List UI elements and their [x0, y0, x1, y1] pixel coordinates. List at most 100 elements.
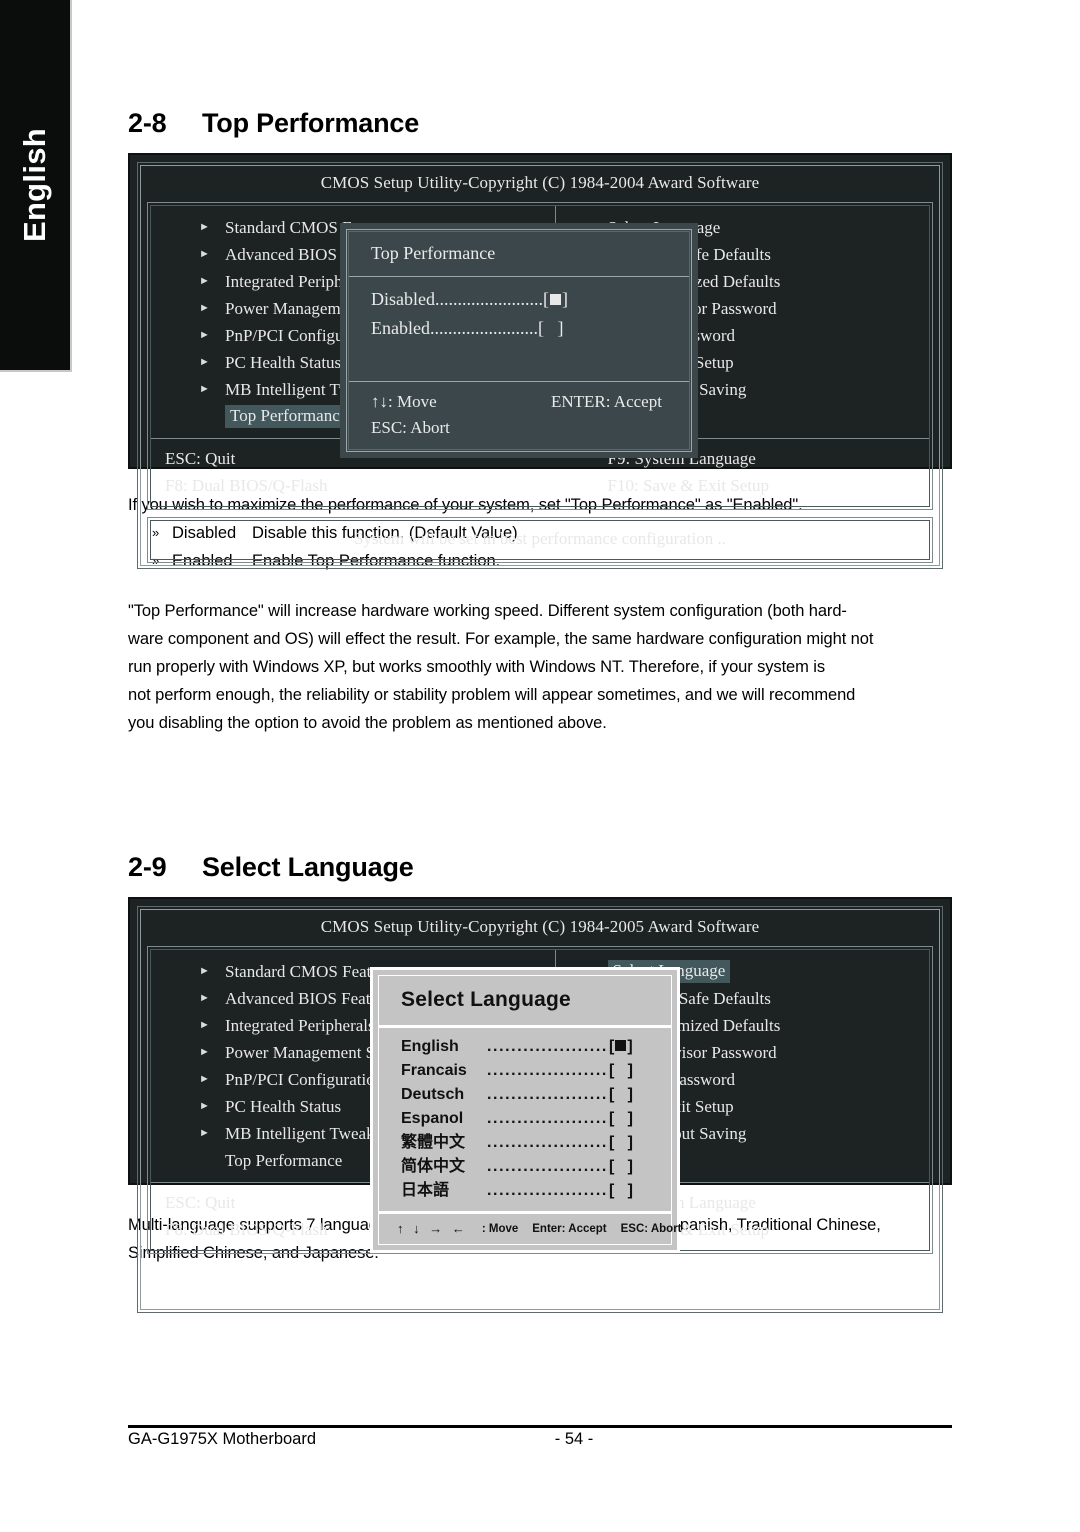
dialog1-key-move: ↑↓: Move	[371, 391, 437, 411]
language-label: 繁體中文	[401, 1134, 466, 1151]
p28-body-line-4: not perform enough, the reliability or s…	[128, 686, 856, 704]
language-checkbox: [ ]	[609, 1062, 633, 1079]
option-dots: ........................	[429, 318, 538, 338]
footer-divider	[128, 1425, 952, 1428]
section-2-9-number: 2-9	[128, 852, 167, 882]
language-dots: .....................	[487, 1182, 609, 1199]
triangle-icon: ►	[199, 1046, 210, 1058]
triangle-icon: ►	[199, 329, 210, 341]
footer-motherboard-name: GA-G1975X Motherboard	[128, 1430, 317, 1448]
language-label: Francais	[401, 1062, 467, 1079]
menu-label: PnP/PCI Configurations	[225, 1069, 390, 1089]
p28-body-line-2: ware component and OS) will effect the r…	[128, 630, 874, 648]
language-label: 日本語	[401, 1182, 450, 1199]
option-dots: ........................	[434, 289, 543, 309]
language-option-simplified-chinese[interactable]: 简体中文 ..................... [ ]	[401, 1155, 671, 1179]
dialog1-options: Disabled........................[] Enabl…	[349, 277, 689, 381]
triangle-icon: ►	[199, 221, 210, 233]
bios1-status-text: System will be set in best performance c…	[150, 520, 930, 560]
triangle-icon: ►	[199, 965, 210, 977]
p28-body-line-5: you disabling the option to avoid the pr…	[128, 714, 607, 732]
dialog1-border-outer: Top Performance Disabled................…	[346, 229, 692, 452]
section-2-8-number: 2-8	[128, 108, 167, 138]
dialog1-option-enabled[interactable]: Enabled........................[ ]	[371, 314, 689, 343]
language-checkbox: [ ]	[609, 1086, 633, 1103]
section-2-8-title: Top Performance	[202, 108, 420, 138]
menu-label: PC Health Status	[225, 352, 342, 372]
selected-square-icon	[549, 294, 561, 306]
language-option-traditional-chinese[interactable]: 繁體中文 ..................... [ ]	[401, 1131, 671, 1155]
dialog1-footer-row-1: ↑↓: Move ENTER: Accept	[371, 388, 689, 415]
menu-label: Top Performance	[225, 405, 353, 428]
triangle-icon: ►	[199, 1019, 210, 1031]
dialog1-key-accept: ENTER: Accept	[551, 391, 662, 411]
language-checkbox: []	[609, 1038, 633, 1055]
dialog2-footer: ↑ ↓ → ← : Move Enter: Accept ESC: Abort	[379, 1211, 682, 1244]
triangle-icon: ►	[199, 248, 210, 260]
language-option-espanol[interactable]: Espanol ..................... [ ]	[401, 1107, 671, 1131]
dialog2-header: Select Language	[379, 976, 671, 1028]
language-label: Espanol	[401, 1110, 464, 1127]
dialog2-border: Select Language English ................…	[378, 975, 682, 1245]
select-language-dialog[interactable]: Select Language English ................…	[370, 967, 682, 1253]
arrow-keys-icon: ↑ ↓ → ←	[397, 1221, 468, 1236]
english-language-tab: English	[0, 0, 72, 372]
bios1-title: CMOS Setup Utility-Copyright (C) 1984-20…	[320, 173, 760, 192]
dialog1-header: Top Performance	[349, 232, 689, 277]
section-2-9-heading: 2-9 Select Language	[128, 852, 952, 883]
dialog1-footer: ↑↓: Move ENTER: Accept ESC: Abort	[349, 381, 689, 449]
p28-body-line-1: "Top Performance" will increase hardware…	[128, 602, 847, 620]
triangle-icon: ►	[199, 1073, 210, 1085]
key-f8-dualbios: F8: Dual BIOS/Q-Flash	[165, 475, 328, 495]
dialog1-key-abort: ESC: Abort	[371, 418, 450, 437]
language-label: Deutsch	[401, 1086, 465, 1103]
triangle-icon: ►	[199, 302, 210, 314]
section-2-9-title: Select Language	[202, 852, 414, 882]
language-dots: .....................	[487, 1134, 609, 1151]
dialog2-key-abort: ESC: Abort	[620, 1222, 682, 1235]
page-content: 2-8 Top Performance CMOS Setup Utility-C…	[128, 0, 952, 1532]
triangle-icon: ►	[199, 1100, 210, 1112]
option-label: Enabled	[371, 318, 430, 338]
language-option-english[interactable]: English ..................... []	[401, 1035, 671, 1059]
bios1-status-bar: System will be set in best performance c…	[147, 517, 933, 563]
dialog1-option-disabled[interactable]: Disabled........................[]	[371, 285, 689, 314]
language-dots: .....................	[487, 1062, 609, 1079]
language-dots: .....................	[487, 1158, 609, 1175]
section-2-8-heading: 2-8 Top Performance	[128, 108, 952, 139]
language-checkbox: [ ]	[609, 1158, 633, 1175]
bios-screenshot-top-performance: CMOS Setup Utility-Copyright (C) 1984-20…	[128, 153, 952, 569]
language-checkbox: [ ]	[609, 1110, 633, 1127]
top-performance-dialog[interactable]: Top Performance Disabled................…	[340, 223, 698, 458]
triangle-icon: ►	[199, 275, 210, 287]
page-footer: GA-G1975X Motherboard - 54 -	[128, 1430, 952, 1449]
language-checkbox: [ ]	[609, 1134, 633, 1151]
dialog2-key-move: : Move	[481, 1222, 519, 1235]
language-option-francais[interactable]: Francais ..................... [ ]	[401, 1059, 671, 1083]
bios1-key-row-2: F8: Dual BIOS/Q-Flash F10: Save & Exit S…	[151, 472, 929, 499]
triangle-icon: ►	[199, 383, 210, 395]
language-option-japanese[interactable]: 日本語 ..................... [ ]	[401, 1179, 671, 1203]
p28-body-line-3: run properly with Windows XP, but works …	[128, 658, 825, 676]
menu-label: Top Performance	[225, 1150, 343, 1170]
language-dots: .....................	[487, 1110, 609, 1127]
english-tab-label: English	[17, 127, 52, 243]
triangle-icon: ►	[199, 1127, 210, 1139]
menu-label: PC Health Status	[225, 1096, 342, 1116]
language-label: 简体中文	[401, 1158, 466, 1175]
dialog2-key-accept: Enter: Accept	[532, 1222, 607, 1235]
triangle-icon: ►	[199, 992, 210, 1004]
selected-square-icon	[615, 1040, 627, 1052]
language-checkbox: [ ]	[609, 1182, 633, 1199]
menu-label: Integrated Peripherals	[225, 1015, 375, 1035]
option-label: Disabled	[371, 289, 435, 309]
language-dots: .....................	[487, 1038, 609, 1055]
option-box: []	[542, 289, 568, 309]
bios-screenshot-select-language: CMOS Setup Utility-Copyright (C) 1984-20…	[128, 897, 952, 1313]
dialog1-border-inner: Top Performance Disabled................…	[348, 231, 690, 450]
language-dots: .....................	[487, 1086, 609, 1103]
footer-page-number: - 54 -	[554, 1430, 594, 1448]
option-box: [ ]	[537, 318, 564, 338]
language-option-deutsch[interactable]: Deutsch ..................... [ ]	[401, 1083, 671, 1107]
key-f10-save-exit: F10: Save & Exit Setup	[607, 475, 770, 495]
